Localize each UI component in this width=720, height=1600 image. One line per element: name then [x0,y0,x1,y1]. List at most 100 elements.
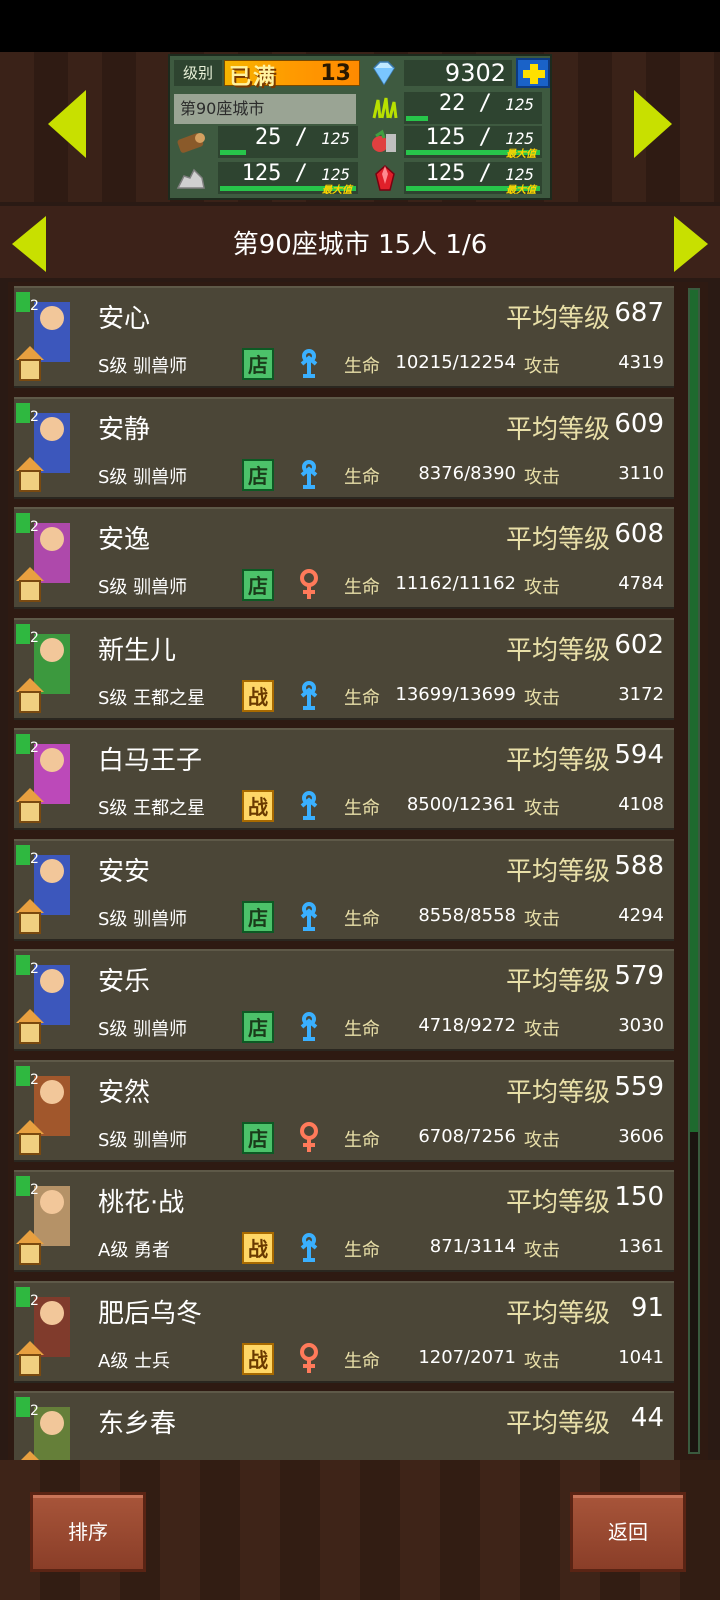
attack-value: 4319 [618,352,664,373]
unit-class: S级 驯兽师 [98,909,188,930]
unit-row[interactable]: 2 东乡春 平均等级 44 [14,1391,674,1460]
hp-value: 11162/11162 [395,573,516,594]
attack-value: 1361 [618,1236,664,1257]
male-icon [300,791,318,820]
unit-row[interactable]: 2 安静 平均等级 609 S级 驯兽师 店 生命 8376/8390 攻击 3110 [14,397,674,499]
character-avatar-icon: 2 [16,403,70,492]
ruby-resource: 125 / 125 最大值 [404,161,542,196]
scrollbar[interactable] [688,288,700,1454]
unit-name: 安静 [98,415,151,445]
average-level-label: 平均等级 [505,636,610,666]
svg-text:2: 2 [30,961,39,977]
attack-value: 3110 [618,463,664,484]
hp-label: 生命 [344,1019,380,1040]
attack-label: 攻击 [524,356,560,377]
unit-row[interactable]: 2 桃花·战 平均等级 150 A级 勇者 战 生命 871/3114 攻击 1361 [14,1170,674,1272]
svg-text:2: 2 [30,519,39,535]
hp-value: 10215/12254 [395,352,516,373]
average-level-label: 平均等级 [505,1299,610,1329]
unit-row[interactable]: 2 新生儿 平均等级 602 S级 王都之星 战 生命 13699/13699 攻击 3172 [14,618,674,720]
unit-class: S级 王都之星 [98,688,206,709]
hp-label: 生命 [344,798,380,819]
prev-city-arrow-icon[interactable] [48,90,86,158]
level-value: 13 [320,61,351,86]
food-max-label: 最大值 [506,149,536,160]
scrollbar-thumb[interactable] [690,290,698,1132]
hp-value: 8500/12361 [406,794,516,815]
attack-value: 1041 [618,1347,664,1368]
character-avatar-icon: 2 [16,1176,70,1265]
average-level-label: 平均等级 [505,1409,610,1439]
grass-resource: 22 / 125 [404,91,542,124]
stone-max-label: 最大值 [322,185,352,196]
unit-row[interactable]: 2 肥后乌冬 平均等级 91 A级 士兵 战 生命 1207/2071 攻击 1041 [14,1281,674,1383]
grass-bar [406,116,428,121]
average-level-value: 609 [614,409,664,439]
average-level-value: 588 [614,851,664,881]
attack-value: 4294 [618,905,664,926]
female-icon [300,1122,318,1152]
unit-name: 安逸 [98,525,151,555]
hp-label: 生命 [344,1130,380,1151]
battle-role-icon: 战 [242,1343,274,1375]
shop-role-icon: 店 [242,901,274,933]
diamond-icon [373,61,395,86]
unit-name: 白马王子 [98,746,203,776]
unit-row[interactable]: 2 安安 平均等级 588 S级 驯兽师 店 生命 8558/8558 攻击 4294 [14,839,674,941]
unit-row[interactable]: 2 安心 平均等级 687 S级 驯兽师 店 生命 10215/12254 攻击 4319 [14,286,674,388]
hp-label: 生命 [344,1351,380,1372]
attack-value: 3030 [618,1015,664,1036]
next-page-arrow-icon[interactable] [674,216,708,272]
wood-log-icon [177,133,205,153]
unit-row[interactable]: 2 白马王子 平均等级 594 S级 王都之星 战 生命 8500/12361 攻击 4108 [14,728,674,830]
add-gems-button[interactable] [516,58,550,88]
female-icon [300,569,318,599]
hp-label: 生命 [344,1240,380,1261]
unit-class: A级 士兵 [98,1351,171,1372]
battle-role-icon: 战 [242,790,274,822]
stone-resource: 125 / 125 最大值 [218,161,358,196]
hp-value: 1207/2071 [418,1347,516,1368]
unit-row[interactable]: 2 安然 平均等级 559 S级 驯兽师 店 生命 6708/7256 攻击 3606 [14,1060,674,1162]
attack-label: 攻击 [524,467,560,488]
unit-name: 新生儿 [98,636,177,666]
unit-name: 肥后乌冬 [98,1299,203,1329]
svg-text:2: 2 [30,1403,39,1419]
unit-name: 安乐 [98,967,151,997]
food-resource: 125 / 125 最大值 [404,125,542,160]
unit-row[interactable]: 2 安逸 平均等级 608 S级 驯兽师 店 生命 11162/11162 攻击 4784 [14,507,674,609]
character-avatar-icon: 2 [16,955,70,1044]
female-icon [300,1343,318,1373]
svg-text:2: 2 [30,409,39,425]
unit-class: S级 王都之星 [98,798,206,819]
food-icon [372,129,396,152]
next-city-arrow-icon[interactable] [634,90,672,158]
average-level-value: 602 [614,630,664,660]
unit-list[interactable]: 2 安心 平均等级 687 S级 驯兽师店生命 10215/12254 攻击 4319 2 安静平… [8,282,708,1460]
attack-label: 攻击 [524,688,560,709]
shop-role-icon: 店 [242,1122,274,1154]
character-avatar-icon: 2 [16,1287,70,1376]
character-avatar-icon: 2 [16,1066,70,1155]
unit-row[interactable]: 2 安乐 平均等级 579 S级 驯兽师 店 生命 4718/9272 攻击 3030 [14,949,674,1051]
average-level-value: 687 [614,298,664,328]
wood-resource: 25 / 125 [218,125,358,158]
male-icon [300,902,318,931]
unit-name: 安然 [98,1078,151,1108]
average-level-label: 平均等级 [505,1188,610,1218]
sort-button[interactable]: 排序 [30,1492,146,1572]
character-avatar-icon: 2 [16,513,70,602]
attack-value: 3606 [618,1126,664,1147]
unit-name: 桃花·战 [98,1188,185,1218]
average-level-value: 559 [614,1072,664,1102]
unit-class: S级 驯兽师 [98,356,188,377]
svg-text:2: 2 [30,1072,39,1088]
page-title: 第90座城市 15人 1/6 [232,230,488,260]
unit-class: A级 勇者 [98,1240,171,1261]
average-level-label: 平均等级 [505,1078,610,1108]
back-button[interactable]: 返回 [570,1492,686,1572]
character-avatar-icon: 2 [16,624,70,713]
shop-role-icon: 店 [242,569,274,601]
attack-label: 攻击 [524,577,560,598]
attack-label: 攻击 [524,909,560,930]
